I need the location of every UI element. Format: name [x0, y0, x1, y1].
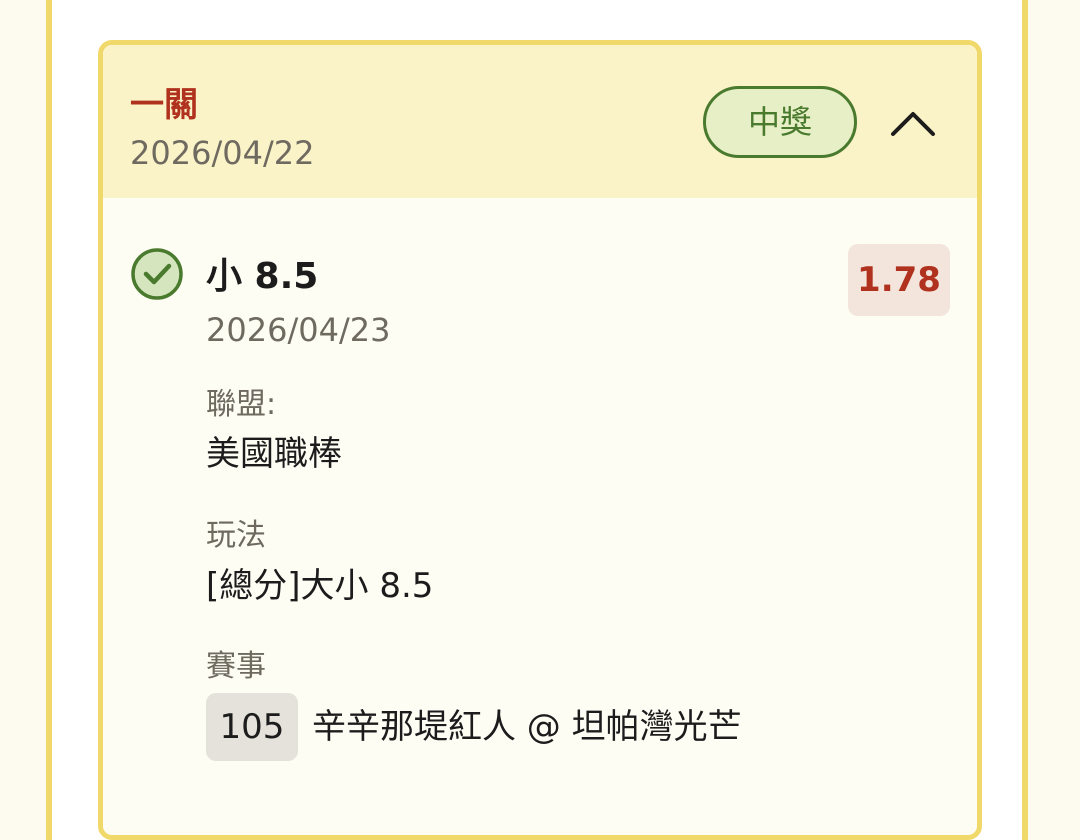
league-label: 聯盟:: [206, 387, 277, 422]
play-label: 玩法: [206, 518, 266, 553]
league-value: 美國職棒: [206, 434, 342, 474]
event-number-badge: 105: [206, 693, 298, 761]
chevron-up-icon: [891, 112, 935, 136]
ticket-date: 2026/04/22: [130, 134, 315, 172]
odds-badge: 1.78: [848, 244, 950, 316]
event-row: 105 辛辛那堤紅人 @ 坦帕灣光芒: [206, 693, 742, 761]
event-name: 辛辛那堤紅人 @ 坦帕灣光芒: [312, 707, 742, 747]
bet-type-title: 一關: [130, 85, 198, 125]
play-value: [總分]大小 8.5: [206, 566, 434, 606]
bet-ticket-card: 一關 2026/04/22 中獎 小 8.5 2026/04/23 1.78 聯…: [98, 40, 982, 840]
leg-date: 2026/04/23: [206, 311, 391, 349]
status-badge: 中獎: [703, 86, 857, 158]
selection-title: 小 8.5: [206, 256, 319, 297]
ticket-header[interactable]: 一關 2026/04/22 中獎: [103, 45, 977, 198]
event-label: 賽事: [206, 649, 266, 684]
collapse-button[interactable]: [883, 97, 943, 149]
check-circle-icon: [131, 248, 183, 300]
